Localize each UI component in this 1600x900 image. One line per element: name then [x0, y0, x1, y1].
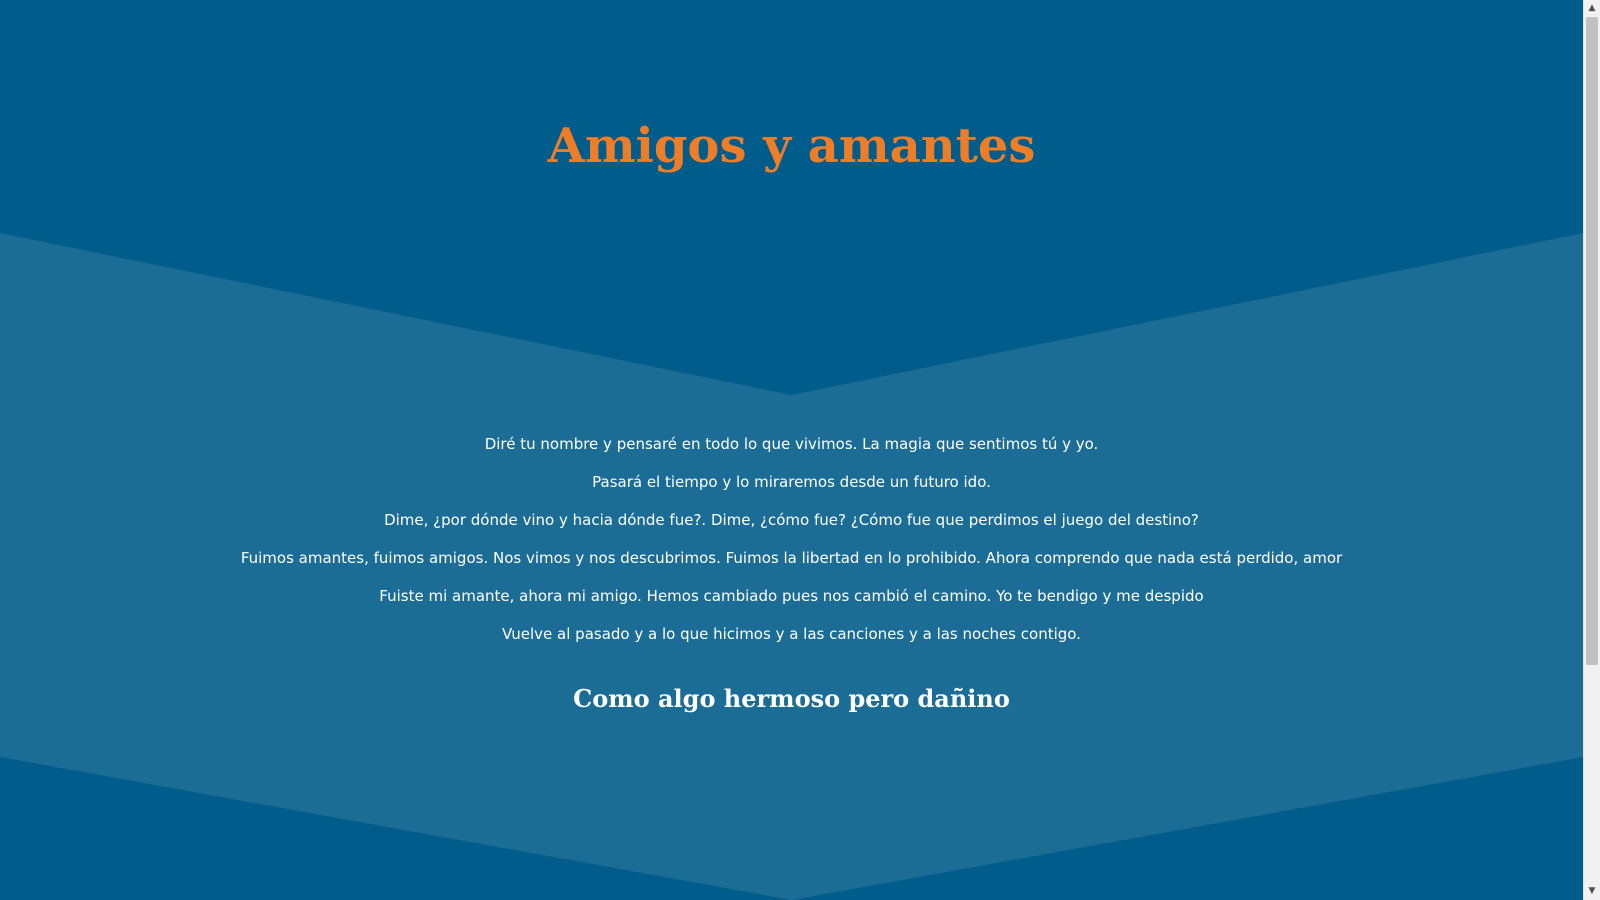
- lyrics-block: Diré tu nombre y pensaré en todo lo que …: [120, 425, 1463, 653]
- lyric-line-4: Fuimos amantes, fuimos amigos. Nos vimos…: [240, 549, 1343, 567]
- top-chevron-background: [0, 0, 1583, 395]
- lyric-line-1: Diré tu nombre y pensaré en todo lo que …: [484, 435, 1099, 453]
- page-viewport: Amigos y amantes Diré tu nombre y pensar…: [0, 0, 1583, 900]
- scrollbar-thumb[interactable]: [1586, 17, 1598, 665]
- section-subtitle: Como algo hermoso pero dañino: [573, 684, 1010, 713]
- lyric-line-5: Fuiste mi amante, ahora mi amigo. Hemos …: [379, 587, 1204, 605]
- lyric-line-6: Vuelve al pasado y a lo que hicimos y a …: [502, 625, 1081, 643]
- page-title: Amigos y amantes: [547, 118, 1036, 174]
- lyric-line-2: Pasará el tiempo y lo miraremos desde un…: [592, 473, 991, 491]
- vertical-scrollbar[interactable]: ▲ ▼: [1583, 0, 1600, 900]
- bottom-chevron-background: [0, 757, 1583, 900]
- chevron-down-icon[interactable]: ▼: [1584, 883, 1600, 900]
- chevron-up-icon[interactable]: ▲: [1584, 0, 1600, 17]
- lyric-line-3: Dime, ¿por dónde vino y hacia dónde fue?…: [384, 511, 1199, 529]
